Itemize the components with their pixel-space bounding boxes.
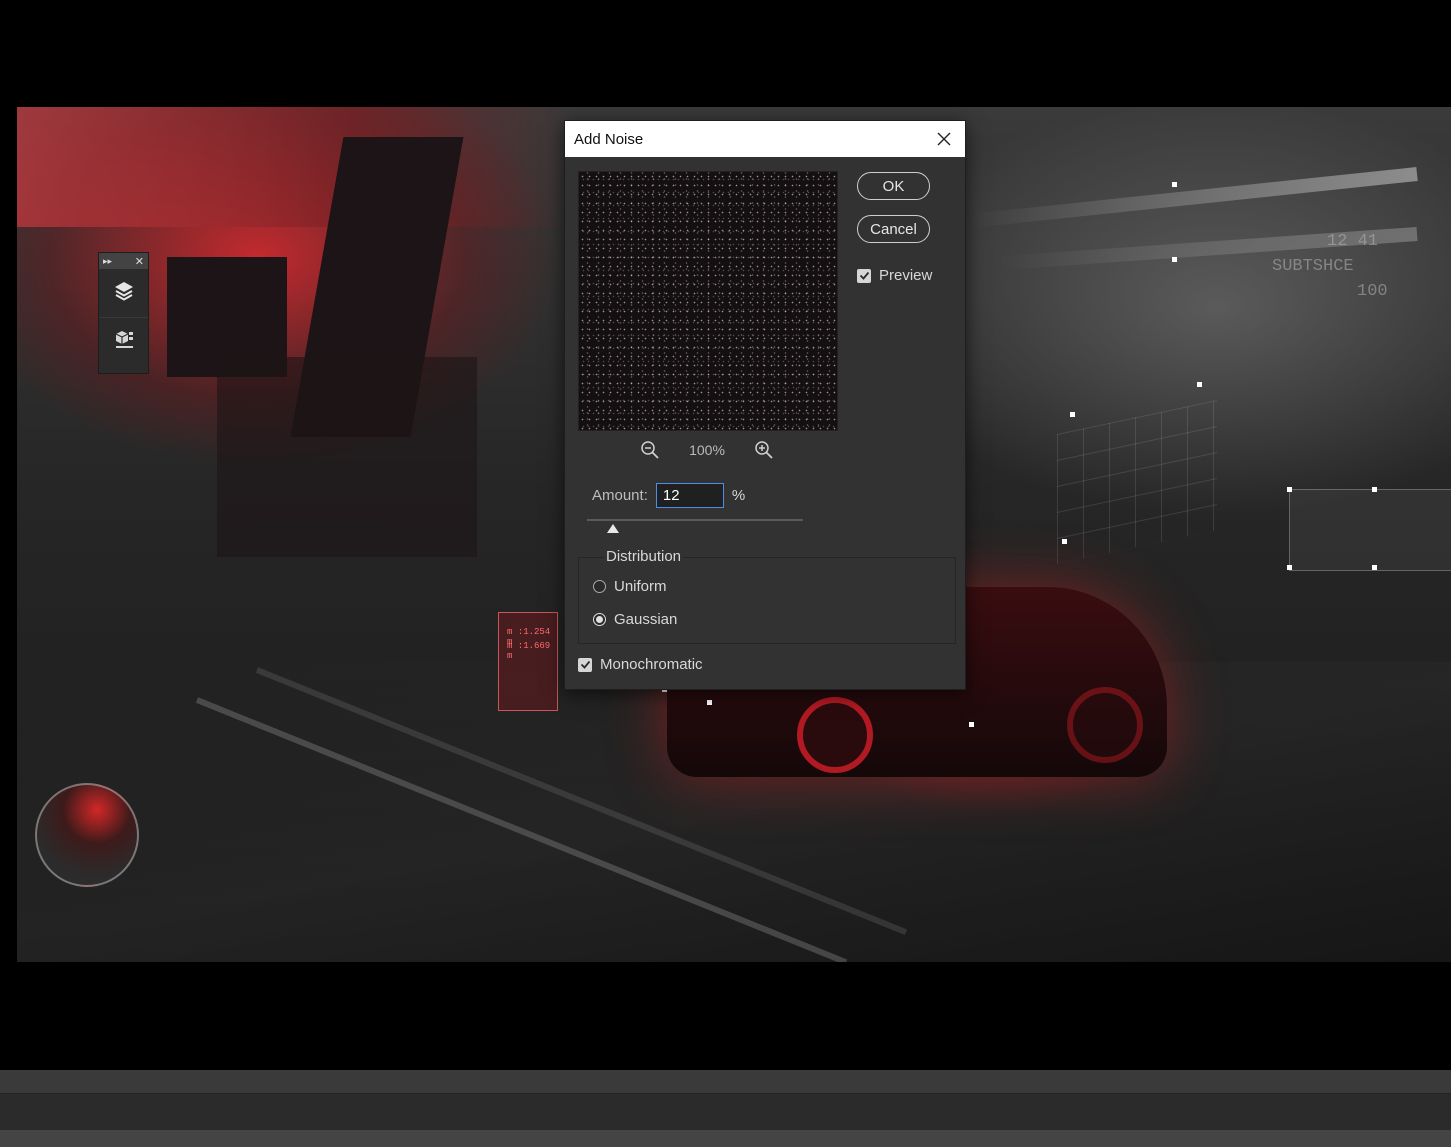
dialog-titlebar[interactable]: Add Noise <box>565 121 965 157</box>
layers-icon <box>113 280 135 307</box>
hud-marker <box>1197 382 1202 387</box>
3d-button[interactable] <box>99 318 148 366</box>
gaussian-radio[interactable] <box>593 613 606 626</box>
amount-row: Amount: % <box>592 481 745 509</box>
zoom-out-icon <box>641 441 659 459</box>
hud-distance-box: m :1.254 m m :1.669 m <box>498 612 558 711</box>
distribution-group: Distribution Uniform Gaussian <box>578 548 956 644</box>
layers-button[interactable] <box>99 269 148 318</box>
amount-unit: % <box>731 486 746 504</box>
car-wheel <box>797 697 873 773</box>
dialog-title: Add Noise <box>574 130 644 148</box>
monochromatic-label: Monochromatic <box>600 656 703 673</box>
hud-readout: SUBTSHCE <box>1272 257 1354 276</box>
hud-marker <box>707 700 712 705</box>
3d-object-icon <box>113 329 135 356</box>
hud-marker <box>1062 539 1067 544</box>
building-silhouette <box>217 357 477 557</box>
hud-marker <box>1287 487 1292 492</box>
hud-marker <box>1070 412 1075 417</box>
light-beam <box>968 167 1418 228</box>
amount-input[interactable] <box>655 482 724 508</box>
monochromatic-checkbox-row[interactable]: Monochromatic <box>578 656 703 673</box>
zoom-in-icon <box>755 441 773 459</box>
gaussian-label: Gaussian <box>614 611 678 628</box>
timeline-panel <box>0 1094 1451 1130</box>
filter-preview[interactable] <box>578 171 838 431</box>
cancel-button[interactable]: Cancel <box>857 215 930 243</box>
amount-slider-thumb[interactable] <box>606 524 619 533</box>
radio-selected-dot <box>596 616 603 623</box>
gaussian-option[interactable]: Gaussian <box>593 611 677 628</box>
checkmark-icon <box>580 660 590 669</box>
hud-readout: 12 41 <box>1327 232 1379 251</box>
hud-marker <box>969 722 974 727</box>
uniform-label: Uniform <box>614 578 667 595</box>
hud-marker <box>1172 182 1177 187</box>
close-icon[interactable]: ✕ <box>135 255 144 268</box>
hud-grid-panel <box>1057 399 1217 565</box>
monochromatic-checkbox[interactable] <box>578 657 592 672</box>
zoom-in-button[interactable] <box>753 439 775 461</box>
preview-checkbox[interactable] <box>857 268 871 283</box>
uniform-option[interactable]: Uniform <box>593 578 667 595</box>
amount-slider-track[interactable] <box>587 519 803 521</box>
zoom-out-button[interactable] <box>639 439 661 461</box>
minimap <box>35 783 139 887</box>
close-button[interactable] <box>933 128 955 150</box>
hud-panel-right <box>1289 489 1451 571</box>
bottom-status-bar <box>0 1130 1451 1147</box>
floating-tool-panel: ▸▸ ✕ <box>98 252 149 374</box>
add-noise-dialog: Add Noise 100% OK Cancel Preview Amount:… <box>564 120 966 690</box>
expand-icon[interactable]: ▸▸ <box>103 256 112 267</box>
sky-area <box>17 107 577 227</box>
hud-marker <box>1287 565 1292 570</box>
hud-distance-line: m :1.669 m <box>507 641 551 661</box>
checkmark-icon <box>859 271 869 280</box>
distribution-legend: Distribution <box>604 548 684 565</box>
close-icon <box>937 132 951 146</box>
preview-checkbox-row[interactable]: Preview <box>857 267 932 284</box>
timeline-header-bar <box>0 1070 1451 1094</box>
preview-label: Preview <box>879 267 933 284</box>
hud-marker <box>1372 565 1377 570</box>
ok-button[interactable]: OK <box>857 172 930 200</box>
zoom-level: 100% <box>689 442 725 458</box>
hud-readout: 100 <box>1357 282 1388 301</box>
tool-panel-header: ▸▸ ✕ <box>99 253 148 269</box>
uniform-radio[interactable] <box>593 580 606 593</box>
zoom-controls: 100% <box>578 437 836 463</box>
amount-label: Amount: <box>592 486 648 504</box>
hud-marker <box>1372 487 1377 492</box>
hud-marker <box>1172 257 1177 262</box>
car-wheel <box>1067 687 1143 763</box>
